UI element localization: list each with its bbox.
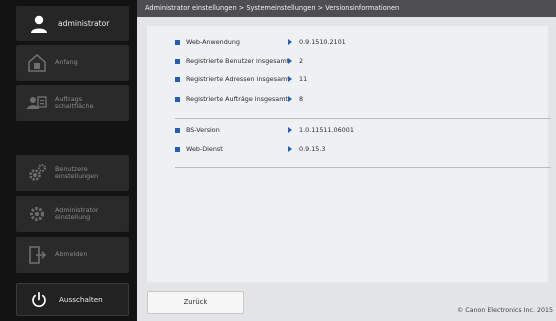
bullet-square-icon — [175, 39, 180, 45]
user-name: administrator — [58, 19, 110, 28]
info-value: 11 — [299, 75, 308, 83]
info-value: 8 — [299, 95, 304, 103]
job-users-icon — [27, 96, 47, 109]
bullet-square-icon — [175, 76, 180, 82]
sidebar-item-label: Abmelden — [55, 250, 88, 259]
power-off-label: Ausschalten — [59, 295, 103, 304]
breadcrumb: Administrator einstellungen > Systemeins… — [137, 0, 556, 17]
label-line-2: einstellung — [55, 213, 91, 221]
sidebar-item-label: Benutzere einstellungen — [55, 164, 99, 180]
arrow-right-icon — [288, 39, 292, 45]
info-row-registered-users: Registrierte Benutzer insgesamt 2 — [147, 55, 548, 67]
bullet-square-icon — [175, 146, 180, 152]
sidebar-item-user-settings[interactable]: Benutzere einstellungen — [16, 155, 129, 191]
info-label: Registrierte Adressen insgesamt — [186, 75, 290, 83]
arrow-right-icon — [288, 76, 292, 82]
info-row-os-version: BS-Version 1.0.11511.06001 — [147, 124, 548, 136]
arrow-right-icon — [288, 96, 292, 102]
info-row-web-application: Web-Anwendung 0.9.1510.2101 — [147, 36, 548, 48]
sidebar-item-logout[interactable]: Abmelden — [16, 237, 129, 273]
info-value: 0.9.15.3 — [299, 145, 326, 153]
bullet-square-icon — [175, 127, 180, 133]
arrow-right-icon — [288, 58, 292, 64]
info-label: Registrierte Benutzer insgesamt — [186, 57, 290, 65]
sidebar-item-label: Auftrags schaltfläche — [55, 95, 94, 111]
logout-icon — [29, 246, 47, 264]
user-settings-gear-icon — [29, 164, 46, 181]
admin-gear-icon — [30, 207, 44, 221]
sidebar: administrator Anfang Auftrags schaltfläc… — [0, 0, 137, 321]
sidebar-item-job-button[interactable]: Auftrags schaltfläche — [16, 85, 129, 121]
arrow-right-icon — [288, 127, 292, 133]
main-content: Administrator einstellungen > Systemeins… — [137, 0, 556, 321]
info-value: 2 — [299, 57, 304, 65]
info-row-registered-addresses: Registrierte Adressen insgesamt 11 — [147, 73, 548, 85]
info-label: Registrierte Aufträge insgesamt — [186, 95, 288, 103]
arrow-right-icon — [288, 146, 292, 152]
section-divider — [175, 167, 551, 168]
info-label: Web-Dienst — [186, 145, 223, 153]
bullet-square-icon — [175, 96, 180, 102]
info-row-web-service: Web-Dienst 0.9.15.3 — [147, 143, 548, 155]
sidebar-item-admin-settings[interactable]: Administrator einstellung — [16, 196, 129, 232]
user-icon — [31, 15, 47, 33]
info-value: 1.0.11511.06001 — [299, 126, 354, 134]
back-button[interactable]: Zurück — [147, 291, 244, 314]
info-value: 0.9.1510.2101 — [299, 38, 346, 46]
sidebar-item-label: Anfang — [55, 58, 78, 67]
bullet-square-icon — [175, 58, 180, 64]
info-label: BS-Version — [186, 126, 220, 134]
info-row-registered-jobs: Registrierte Aufträge insgesamt 8 — [147, 93, 548, 105]
info-label: Web-Anwendung — [186, 38, 240, 46]
power-icon — [32, 291, 46, 307]
sidebar-item-label: Administrator einstellung — [55, 206, 99, 222]
home-icon — [28, 53, 46, 72]
copyright-text: © Canon Electronics Inc. 2015 — [456, 307, 553, 314]
version-info-panel: Web-Anwendung 0.9.1510.2101 Registrierte… — [147, 26, 551, 282]
section-divider — [175, 118, 551, 119]
power-off-button[interactable]: Ausschalten — [16, 283, 129, 316]
label-line-2: schaltfläche — [55, 102, 94, 110]
sidebar-item-home[interactable]: Anfang — [16, 45, 129, 81]
user-info: administrator — [16, 6, 129, 41]
